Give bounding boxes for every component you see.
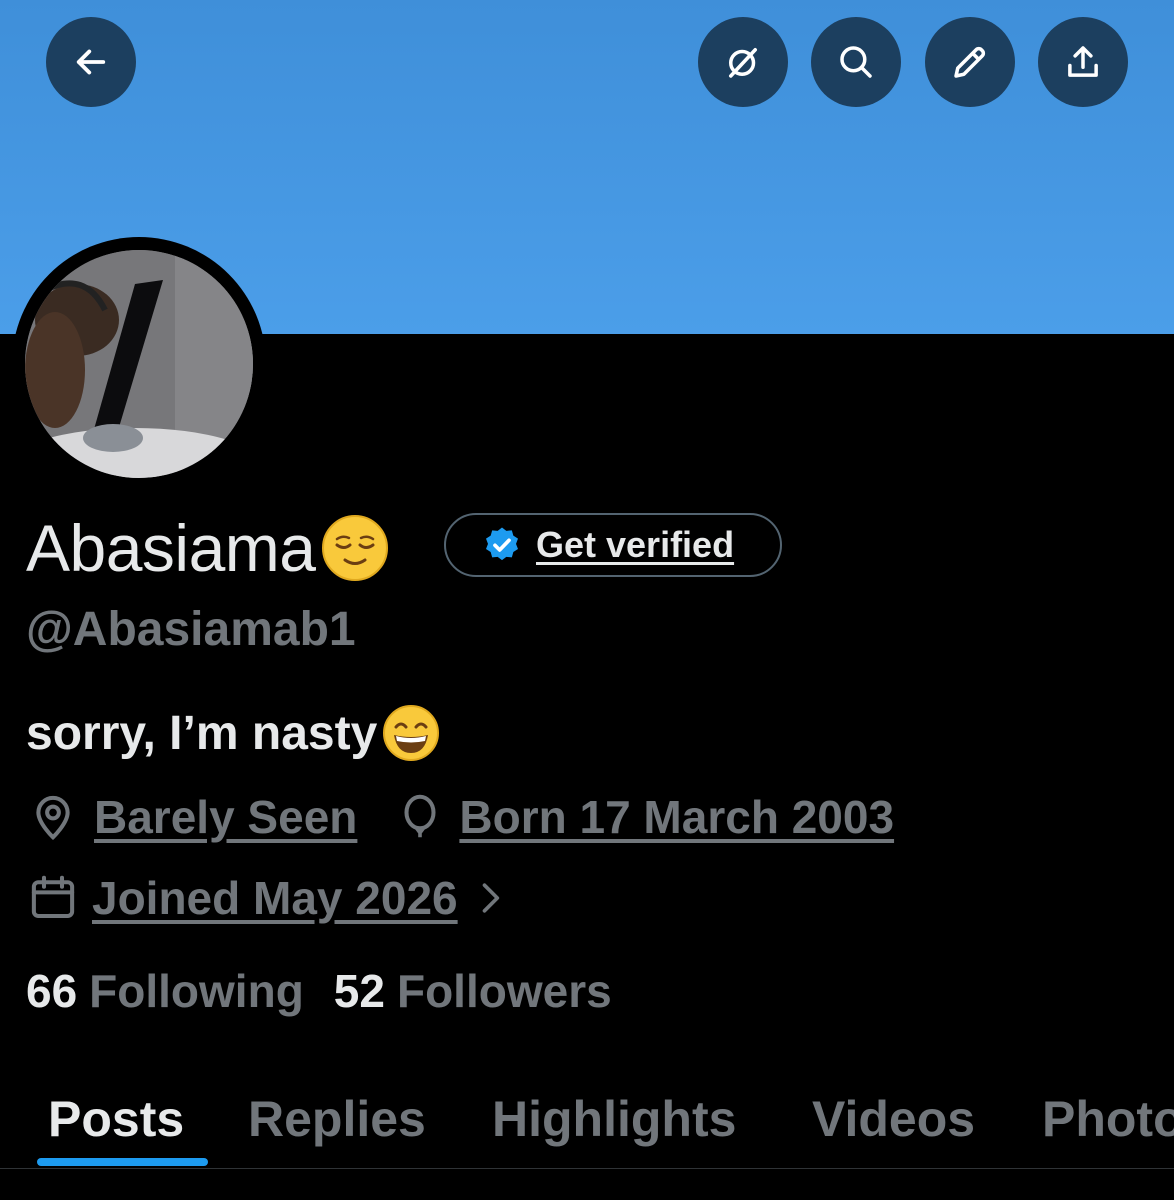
tab-videos[interactable]: Videos — [812, 1070, 975, 1168]
following-stat[interactable]: 66 Following — [26, 964, 304, 1018]
following-label: Following — [89, 965, 304, 1017]
active-tab-indicator — [37, 1158, 208, 1166]
location-pin-icon — [36, 795, 70, 841]
profile-tabs: Posts Replies Highlights Videos Photos — [0, 1070, 1174, 1169]
grok-icon — [729, 48, 757, 78]
search-button[interactable] — [811, 17, 901, 107]
tab-photos[interactable]: Photos — [1042, 1070, 1174, 1168]
profile-bio: sorry, I’m nasty — [26, 700, 441, 766]
share-icon — [1068, 46, 1098, 77]
followers-count: 52 — [333, 965, 385, 1017]
bio-text: sorry, I’m nasty — [26, 706, 378, 760]
relieved-face-emoji-icon — [321, 515, 388, 581]
grinning-face-emoji-icon — [383, 705, 440, 761]
balloon-icon — [404, 794, 436, 838]
chevron-right-icon — [482, 883, 499, 913]
follow-stats: 66 Following 52 Followers — [26, 964, 612, 1018]
back-arrow-icon — [76, 49, 106, 75]
following-count: 66 — [26, 965, 78, 1017]
joined-row[interactable]: Joined May 2026 — [26, 868, 512, 928]
share-button[interactable] — [1038, 17, 1128, 107]
name-row: Abasiama — [26, 510, 390, 586]
calendar-icon — [31, 875, 75, 919]
tab-replies[interactable]: Replies — [248, 1070, 426, 1168]
verified-badge-icon — [486, 527, 518, 561]
grok-button[interactable] — [698, 17, 788, 107]
back-button[interactable] — [46, 17, 136, 107]
tab-highlights[interactable]: Highlights — [492, 1070, 736, 1168]
avatar-ring — [12, 237, 266, 491]
edit-button[interactable] — [925, 17, 1015, 107]
profile-handle: @Abasiamab1 — [26, 603, 356, 656]
display-name: Abasiama — [26, 511, 316, 585]
get-verified-label: Get verified — [536, 524, 735, 565]
birthday-link[interactable]: Born 17 March 2003 — [459, 790, 894, 844]
get-verified-button[interactable]: Get verified — [444, 513, 782, 577]
tab-posts[interactable]: Posts — [48, 1070, 184, 1168]
edit-pencil-icon — [954, 46, 986, 78]
location-link[interactable]: Barely Seen — [94, 790, 357, 844]
joined-link[interactable]: Joined May 2026 — [92, 871, 458, 925]
profile-meta-row: Barely Seen Born 17 March 2003 — [26, 787, 894, 847]
avatar[interactable] — [25, 250, 253, 478]
followers-stat[interactable]: 52 Followers — [334, 964, 612, 1018]
avatar-photo — [25, 250, 253, 478]
followers-label: Followers — [396, 965, 612, 1017]
search-icon — [840, 46, 872, 78]
